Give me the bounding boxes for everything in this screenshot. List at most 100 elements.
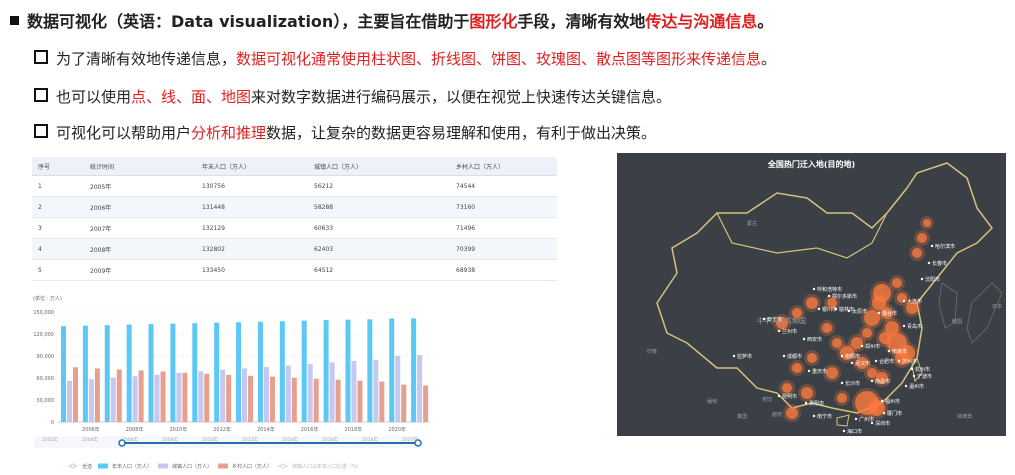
bar-1	[285, 365, 291, 422]
city-dot	[807, 369, 811, 373]
bullet-text: 。	[761, 50, 777, 68]
bar-0	[236, 322, 242, 422]
slider-label: 2006年	[122, 436, 138, 443]
table-cell: 64512	[308, 259, 450, 281]
region-label: 印度	[647, 348, 657, 355]
slider-label: 2014年	[282, 436, 298, 443]
table-row: 5 2009年 133450 64512 68938	[32, 259, 557, 281]
headline-text: 数据可视化（英语：Data visualization），主要旨在借助于	[27, 12, 470, 31]
legend-symbol	[280, 463, 286, 469]
bar-2	[116, 369, 122, 422]
city-dot	[817, 307, 821, 311]
x-tick-label: 2010年	[169, 426, 187, 433]
city-dot	[840, 381, 844, 385]
city-dot	[910, 367, 914, 371]
bar-1	[67, 380, 72, 422]
bar-1	[395, 355, 401, 422]
slider-label: 2018年	[362, 436, 378, 443]
city-label: 南昌市	[875, 378, 890, 385]
bar-0	[345, 319, 351, 422]
bar-1	[351, 361, 357, 422]
city-label: 银川市	[822, 306, 837, 313]
headline: 数据可视化（英语：Data visualization），主要旨在借助于图形化手…	[10, 8, 773, 32]
bar-1	[88, 379, 94, 422]
map-canvas: 蒙古中华人民共和国 韩国日本缅甸泰国 越南老挝菲律宾印度哈尔滨市长春市沈阳市呼和浩特…	[647, 162, 1003, 435]
table-header-row: 序号 统计时间 年末人口（万人） 城镇人口（万人） 乡村人口（万人）	[32, 157, 557, 176]
city-dot	[812, 414, 816, 418]
city-dot	[877, 311, 881, 315]
bullet-highlight: 分析和推理	[191, 124, 267, 142]
bar-2	[291, 377, 297, 422]
bar-1	[154, 374, 160, 422]
city-label: 武汉市	[855, 360, 870, 367]
bar-0	[61, 326, 66, 422]
city-label: 烟台市	[882, 310, 897, 317]
table-cell: 70399	[450, 238, 557, 260]
city-label: 贵阳市	[809, 400, 824, 407]
bar-1	[307, 363, 313, 422]
table-cell: 2005年	[84, 175, 196, 197]
hotspot	[792, 363, 802, 373]
city-label: 长春市	[932, 260, 947, 267]
city-dot	[887, 349, 891, 353]
city-dot	[827, 294, 831, 298]
hotspot	[923, 219, 931, 227]
bar-0	[214, 322, 220, 422]
headline-text: 。	[757, 12, 774, 31]
bar-2	[313, 378, 319, 422]
slider-label: 2012年	[242, 436, 258, 443]
x-tick-label: 2018年	[345, 426, 363, 433]
bar-0	[301, 320, 307, 422]
bullet-item: 可视化可以帮助用户分析和推理数据，让复杂的数据更容易理解和使用，有利于做出决策。	[34, 122, 656, 143]
city-dot	[802, 337, 806, 341]
bar-2	[226, 374, 232, 422]
city-dot	[897, 359, 901, 363]
hotspot	[837, 393, 847, 403]
y-tick-label: 60,000	[37, 376, 55, 382]
bar-2	[248, 375, 254, 422]
table-cell: 2009年	[84, 259, 196, 281]
bar-1	[329, 362, 335, 422]
bar-2	[94, 368, 100, 422]
city-label: 南京市	[892, 348, 907, 355]
x-tick-label: 2020年	[388, 426, 406, 433]
bar-0	[170, 323, 176, 422]
city-dot	[777, 394, 781, 398]
table-cell: 2007年	[84, 217, 196, 239]
bar-0	[148, 324, 154, 422]
city-dot	[854, 417, 858, 421]
city-dot	[850, 361, 854, 365]
city-dot	[812, 287, 816, 291]
city-dot	[927, 261, 931, 265]
bar-1	[198, 371, 204, 422]
hotspot	[786, 407, 798, 419]
city-dot	[902, 299, 906, 303]
hotspot	[806, 297, 818, 309]
bullet-item: 为了清晰有效地传递信息，数据可视化通常使用柱状图、折线图、饼图、玫瑰图、散点图等…	[34, 48, 776, 69]
city-label: 温州市	[909, 383, 924, 390]
city-label: 南阳市	[845, 353, 860, 360]
table-header-cell: 年末人口（万人）	[196, 157, 308, 176]
bar-2	[73, 367, 78, 422]
checkbox-square-icon	[34, 88, 48, 102]
bullet-text: 来对数字数据进行编码展示，以便在视觉上快速传达关键信息。	[251, 88, 672, 106]
bullet-text: 数据，让复杂的数据更容易理解和使用，有利于做出决策。	[266, 124, 657, 142]
bar-2	[182, 372, 188, 422]
slider-label: 2002年	[42, 436, 58, 443]
bar-1	[220, 369, 226, 422]
x-tick-label: 2016年	[301, 426, 319, 433]
headline-highlight: 图形化	[469, 12, 518, 31]
hotspot	[869, 400, 885, 416]
city-dot	[732, 354, 736, 358]
japan-outline	[966, 282, 1003, 344]
city-dot	[860, 344, 864, 348]
legend-symbol	[70, 463, 76, 469]
city-dot	[882, 411, 886, 415]
city-label: 福州市	[885, 398, 900, 405]
city-label: 杭州市	[915, 366, 930, 373]
y-tick-label: 30,000	[37, 398, 55, 404]
bar-2	[357, 380, 363, 422]
bullet-text: 为了清晰有效地传递信息，	[56, 50, 237, 68]
x-tick-label: 2014年	[257, 426, 275, 433]
slider-label: 2020年	[402, 436, 418, 443]
